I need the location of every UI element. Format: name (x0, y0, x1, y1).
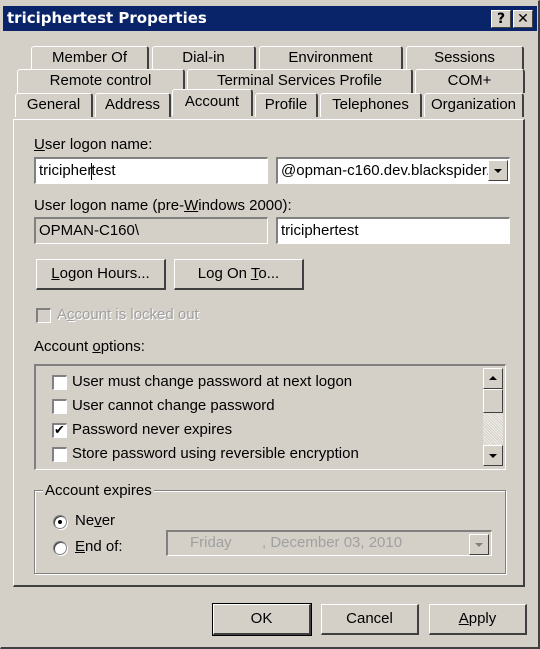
never-radio[interactable] (53, 515, 67, 529)
tab-remote-control[interactable]: Remote control (17, 69, 185, 93)
scroll-up-button[interactable] (483, 368, 503, 389)
tab-environment[interactable]: Environment (259, 46, 403, 70)
tab-address[interactable]: Address (95, 93, 171, 117)
properties-dialog: triciphertest Properties ? ✕ Member Of D… (0, 0, 540, 649)
upn-suffix-dropdown[interactable]: @opman-c160.dev.blackspider.c (276, 157, 510, 184)
upn-suffix-value: @opman-c160.dev.blackspider.c (281, 162, 498, 179)
title-bar[interactable]: triciphertest Properties ? ✕ (3, 6, 537, 31)
help-button[interactable]: ? (491, 10, 511, 28)
radio-selected-dot (58, 520, 62, 524)
tab-label: Environment (288, 49, 373, 66)
tab-general[interactable]: General (15, 93, 93, 117)
window-title: triciphertest Properties (7, 9, 207, 27)
account-expires-legend: Account expires (43, 482, 154, 499)
pre-windows-2000-name-input[interactable]: triciphertest (276, 217, 510, 244)
date-value: , December 03, 2010 (262, 534, 403, 551)
account-options-label: Account options: (34, 338, 145, 355)
arrow-down-icon (489, 454, 497, 458)
logon-hours-button[interactable]: Logon Hours... (36, 259, 166, 290)
tab-label: Address (104, 96, 161, 113)
date-dropdown-button[interactable] (469, 534, 489, 555)
tab-telephones[interactable]: Telephones (320, 93, 422, 117)
account-locked-out-label: Account is locked out (57, 306, 199, 323)
tab-organization[interactable]: Organization (424, 93, 524, 117)
option-label: User cannot change password (72, 397, 275, 414)
account-locked-out-checkbox[interactable] (36, 308, 51, 323)
never-label: Never (75, 512, 116, 529)
close-icon: ✕ (517, 11, 529, 27)
dropdown-button[interactable] (488, 160, 508, 181)
help-icon: ? (496, 11, 506, 27)
tab-label: Remote control (49, 72, 152, 89)
close-button[interactable]: ✕ (513, 10, 533, 28)
tab-label: Sessions (434, 49, 495, 66)
log-on-to-button[interactable]: Log On To... (174, 259, 304, 290)
option-checkbox[interactable] (52, 447, 67, 462)
apply-button[interactable]: Apply (429, 604, 527, 635)
tab-label: Organization (430, 96, 517, 113)
tab-account[interactable]: Account (172, 89, 253, 116)
pre-windows-2000-domain: OPMAN-C160\ (34, 217, 268, 244)
user-logon-name-label: User logon name: (34, 136, 153, 153)
checkmark-icon: ✔ (54, 422, 65, 437)
chevron-down-icon (494, 169, 502, 173)
option-checkbox[interactable]: ✔ (52, 422, 67, 438)
tab-label: COM+ (447, 72, 492, 89)
option-checkbox[interactable] (52, 375, 67, 390)
tab-label: General (26, 96, 81, 113)
option-label: Store password using reversible encrypti… (72, 445, 359, 462)
pre-windows-2000-label: User logon name (pre-Windows 2000): (34, 197, 292, 214)
account-tab-panel: User logon name: triciphertest @opman-c1… (13, 119, 525, 587)
option-label: User must change password at next logon (72, 373, 353, 390)
scroll-down-button[interactable] (483, 445, 503, 466)
option-label: Password never expires (72, 421, 233, 438)
ok-button[interactable]: OK (212, 603, 312, 636)
tab-com-plus[interactable]: COM+ (415, 69, 525, 93)
tab-label: Member Of (51, 49, 127, 66)
arrow-up-icon (489, 376, 497, 380)
tab-dial-in[interactable]: Dial-in (152, 46, 256, 70)
tab-label: Account (184, 93, 240, 110)
tab-label: Profile (264, 96, 308, 113)
tab-member-of[interactable]: Member Of (31, 46, 149, 70)
user-logon-name-input[interactable]: triciphertest (34, 157, 268, 184)
end-of-radio[interactable] (53, 541, 67, 555)
chevron-down-icon (475, 543, 483, 547)
tab-label: Telephones (332, 96, 409, 113)
option-checkbox[interactable] (52, 399, 67, 414)
tab-profile[interactable]: Profile (255, 93, 318, 117)
date-day: Friday (190, 534, 232, 551)
end-of-label: End of: (75, 538, 123, 555)
cancel-button[interactable]: Cancel (321, 604, 419, 635)
vertical-scrollbar[interactable] (483, 368, 503, 466)
scroll-thumb[interactable] (483, 389, 503, 413)
tab-label: Dial-in (182, 49, 225, 66)
tab-label: Terminal Services Profile (216, 72, 383, 89)
expiration-date-picker[interactable]: Friday , December 03, 2010 (166, 530, 492, 556)
tab-sessions[interactable]: Sessions (406, 46, 524, 70)
account-options-list[interactable]: User must change password at next logon … (34, 364, 506, 470)
